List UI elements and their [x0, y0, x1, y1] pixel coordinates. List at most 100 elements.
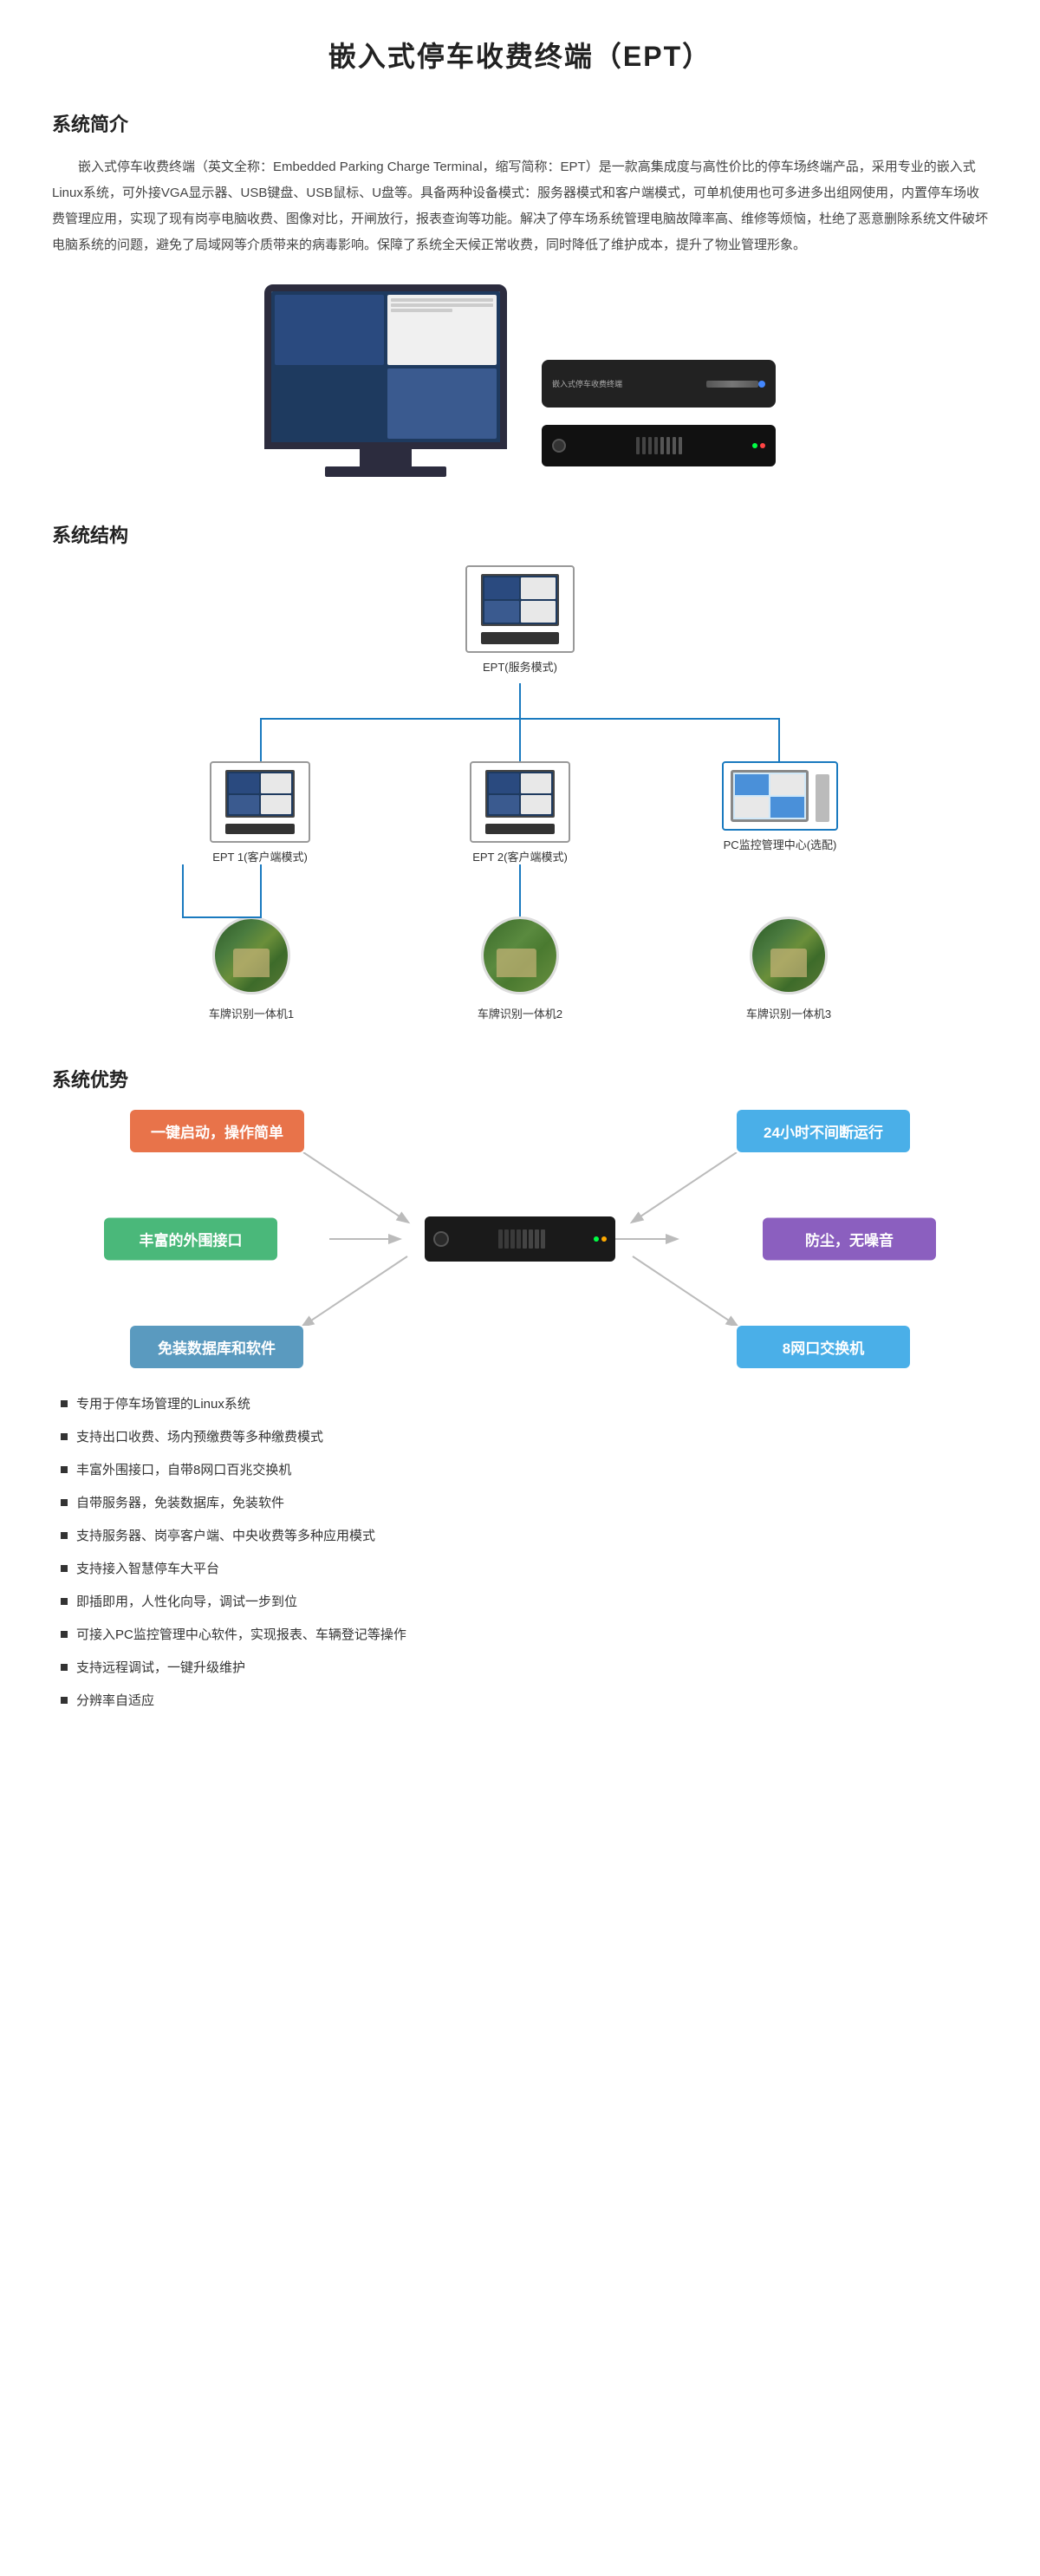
feature-1: 专用于停车场管理的Linux系统 — [61, 1394, 988, 1415]
mini-p4 — [521, 601, 556, 623]
feature-10: 分辨率自适应 — [61, 1691, 988, 1712]
ept-mini-screen — [481, 574, 559, 626]
screen-panel-2 — [387, 295, 497, 365]
led-blue — [758, 381, 765, 388]
adv-middle-area: 丰富的外围接口 — [104, 1152, 936, 1326]
monitor-stand — [360, 449, 412, 466]
device-box-slim — [542, 425, 776, 466]
cam1-circle — [212, 916, 290, 995]
ept1-node: EPT 1(客户端模式) — [165, 761, 355, 864]
bullet-4 — [61, 1499, 68, 1506]
cam3-label: 车牌识别一体机3 — [746, 1005, 831, 1021]
adv-box-right: 防尘，无噪音 — [763, 1218, 936, 1261]
cam2-label: 车牌识别一体机2 — [478, 1005, 562, 1021]
led-green — [738, 381, 744, 388]
screen-line-2 — [391, 303, 493, 307]
adv-bottom-row: 免装数据库和软件 8网口交换机 — [104, 1326, 936, 1368]
features-list: 专用于停车场管理的Linux系统 支持出口收费、场内预缴费等多种缴费模式 丰富外… — [52, 1394, 988, 1712]
structure-diagram: EPT(服务模式) — [52, 565, 988, 1021]
adv-top-row: 一键启动，操作简单 24小时不间断运行 — [104, 1110, 936, 1152]
cam1-img — [215, 919, 288, 992]
cam2-img — [484, 919, 556, 992]
cam2-gate — [497, 949, 536, 978]
monitor-product — [264, 284, 507, 477]
advantages-title: 系统优势 — [52, 1065, 988, 1092]
feature-4: 自带服务器，免装数据库，免装软件 — [61, 1493, 988, 1514]
screen-line-1 — [391, 298, 493, 302]
device-box-1: 嵌入式停车收费终端 — [542, 360, 776, 408]
cam1-v-line — [182, 864, 184, 918]
device-port-circle — [433, 1231, 449, 1247]
branch-nodes-row: EPT 1(客户端模式) EPT 2(客户端模式) — [165, 761, 875, 864]
feature-text-6: 支持接入智慧停车大平台 — [76, 1559, 219, 1580]
feature-text-5: 支持服务器、岗亭客户端、中央收费等多种应用模式 — [76, 1526, 375, 1547]
ept-server-box — [465, 565, 575, 653]
ept1-screen — [225, 770, 295, 818]
cam3-img — [752, 919, 825, 992]
page-wrapper: 嵌入式停车收费终端（EPT） 系统简介 嵌入式停车收费终端（英文全称：Embed… — [0, 0, 1040, 1781]
ept2-node: EPT 2(客户端模式) — [425, 761, 615, 864]
feature-text-4: 自带服务器，免装数据库，免装软件 — [76, 1493, 284, 1514]
feature-text-3: 丰富外围接口，自带8网口百兆交换机 — [76, 1460, 291, 1481]
v-drop-right — [778, 718, 780, 761]
port-row — [571, 437, 747, 454]
bullet-3 — [61, 1466, 68, 1473]
feature-6: 支持接入智慧停车大平台 — [61, 1559, 988, 1580]
mini-p2 — [521, 577, 556, 599]
adv-box-top-right: 24小时不间断运行 — [737, 1110, 910, 1152]
pc-box — [722, 761, 838, 831]
cam3-circle — [750, 916, 828, 995]
bullet-9 — [61, 1664, 68, 1671]
bullet-1 — [61, 1400, 68, 1407]
feature-2: 支持出口收费、场内预缴费等多种缴费模式 — [61, 1427, 988, 1448]
bullet-2 — [61, 1433, 68, 1440]
cam2-item: 车牌识别一体机2 — [442, 916, 598, 1021]
cam3-gate — [770, 949, 807, 978]
feature-3: 丰富外围接口，自带8网口百兆交换机 — [61, 1460, 988, 1481]
ept1-label: EPT 1(客户端模式) — [212, 848, 308, 864]
adv-diagram-container: 一键启动，操作简单 24小时不间断运行 丰富的外围接口 — [104, 1110, 936, 1368]
ept1-box — [210, 761, 310, 843]
cam1-item: 车牌识别一体机1 — [173, 916, 329, 1021]
adv-center-device — [425, 1216, 615, 1262]
intro-section: 系统简介 嵌入式停车收费终端（英文全称：Embedded Parking Cha… — [52, 109, 988, 258]
feature-5: 支持服务器、岗亭客户端、中央收费等多种应用模式 — [61, 1526, 988, 1547]
intro-title: 系统简介 — [52, 109, 988, 137]
screen-panel-3 — [275, 368, 384, 439]
device-indicators — [738, 381, 765, 388]
cam2-circle — [481, 916, 559, 995]
vert-line-top — [519, 683, 521, 718]
device-boxes: 嵌入式停车收费终端 — [542, 360, 776, 466]
feature-8: 可接入PC监控管理中心软件，实现报表、车辆登记等操作 — [61, 1625, 988, 1646]
led-red — [748, 381, 755, 388]
product-images: 嵌入式停车收费终端 — [52, 284, 988, 477]
structure-title: 系统结构 — [52, 520, 988, 548]
ept-mini-device — [481, 632, 559, 644]
feature-text-7: 即插即用，人性化向导，调试一步到位 — [76, 1592, 297, 1613]
v-drop-left — [260, 718, 262, 761]
bullet-5 — [61, 1532, 68, 1539]
screen-panel-4 — [387, 368, 497, 439]
feature-9: 支持远程调试，一键升级维护 — [61, 1658, 988, 1679]
feature-text-2: 支持出口收费、场内预缴费等多种缴费模式 — [76, 1427, 323, 1448]
ept-server-label: EPT(服务模式) — [483, 658, 557, 675]
monitor-display — [264, 284, 507, 449]
slim-leds — [752, 443, 765, 448]
structure-section: 系统结构 EPT(服务模式) — [52, 520, 988, 1021]
v-drop-mid — [519, 718, 521, 761]
adv-box-left: 丰富的外围接口 — [104, 1218, 277, 1261]
camera-nodes-row: 车牌识别一体机1 车牌识别一体机2 — [165, 916, 875, 1021]
pc-node: PC监控管理中心(选配) — [685, 761, 875, 864]
monitor-base — [325, 466, 446, 477]
ept2-box — [470, 761, 570, 843]
page-title: 嵌入式停车收费终端（EPT） — [52, 35, 988, 75]
feature-text-10: 分辨率自适应 — [76, 1691, 154, 1712]
feature-text-1: 专用于停车场管理的Linux系统 — [76, 1394, 250, 1415]
pc-tower — [816, 774, 829, 822]
feature-7: 即插即用，人性化向导，调试一步到位 — [61, 1592, 988, 1613]
ept2-device — [485, 824, 555, 834]
branch-area — [165, 718, 875, 761]
cam1-h-line — [182, 916, 262, 918]
ept1-device — [225, 824, 295, 834]
bullet-8 — [61, 1631, 68, 1638]
